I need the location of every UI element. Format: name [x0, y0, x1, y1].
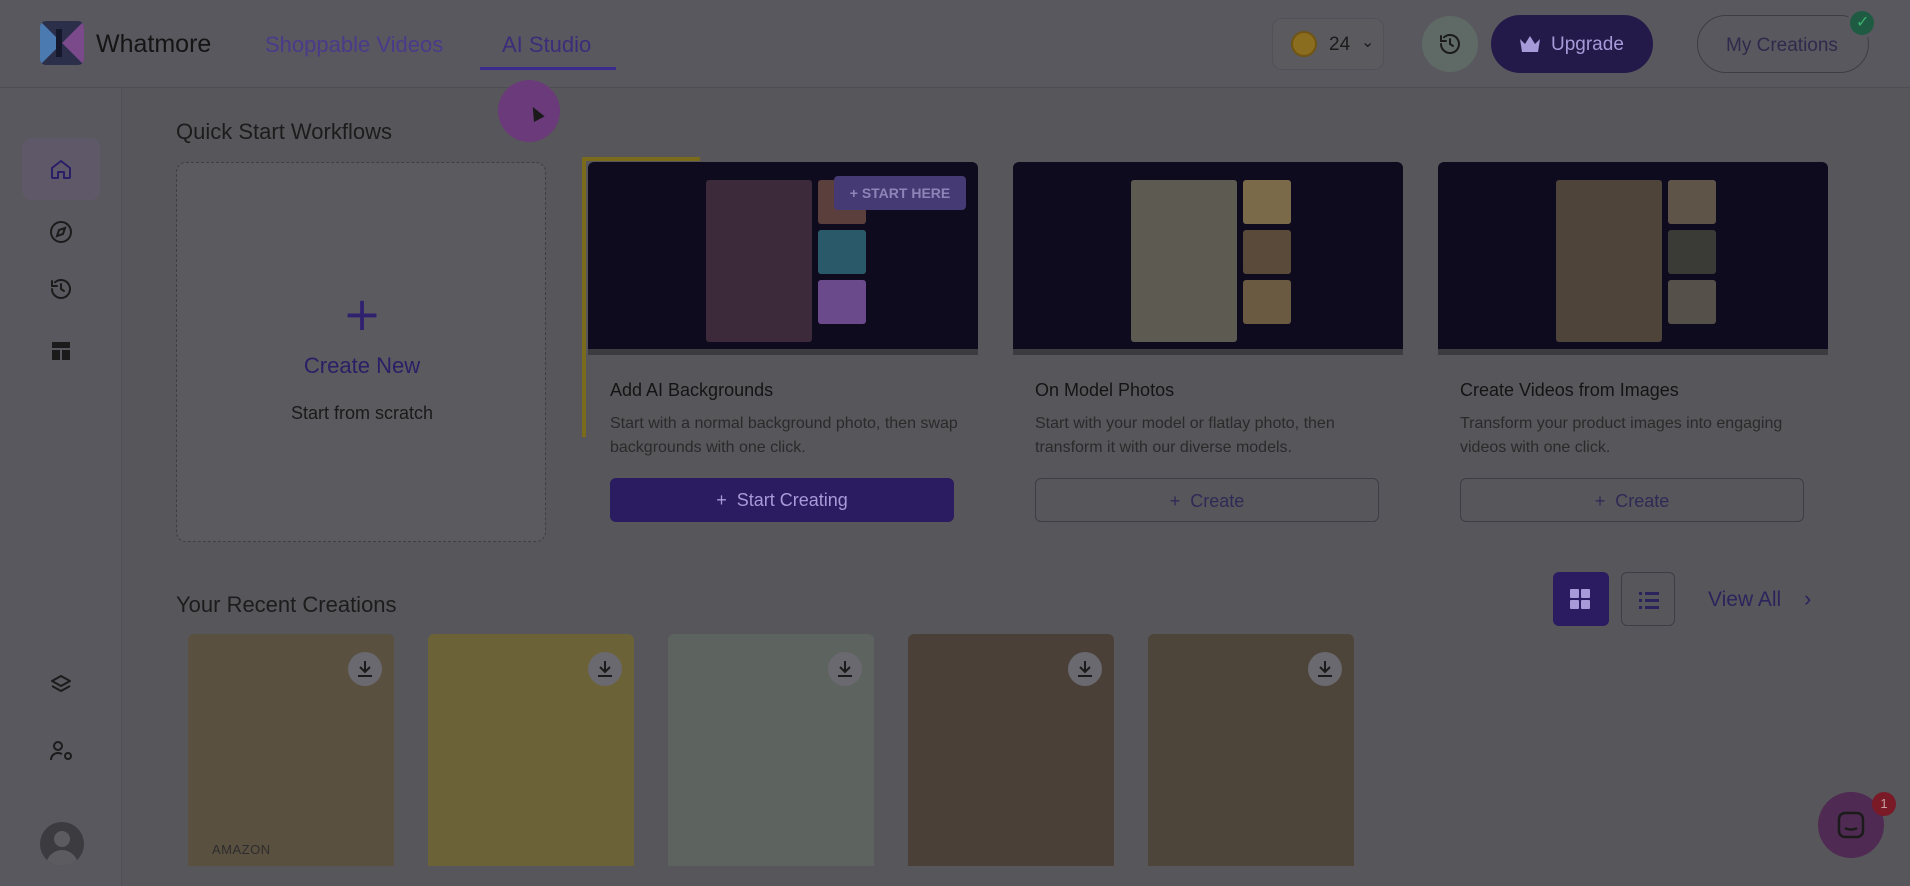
watermark-label: AMAZON	[212, 842, 271, 857]
active-nav-underline	[480, 67, 616, 70]
start-here-badge: + START HERE	[834, 176, 966, 210]
create-new-title: Create New	[303, 353, 421, 378]
layers-icon	[51, 675, 71, 692]
recent-creation-card[interactable]	[668, 634, 874, 866]
credits-dropdown[interactable]: 24 ⌄	[1272, 18, 1384, 70]
history-icon	[1440, 34, 1460, 54]
workflow-title: On Model Photos	[1035, 380, 1175, 400]
model-photo	[1556, 180, 1662, 342]
credits-count: 24	[1329, 34, 1351, 55]
sidebar-item-account-settings[interactable]	[22, 720, 100, 782]
workflow-description: Start with a normal background photo, th…	[610, 415, 958, 456]
my-creations-label: My Creations	[1726, 35, 1838, 56]
plus-icon: +	[1169, 491, 1191, 511]
home-icon	[51, 160, 71, 179]
workflow-title: Add AI Backgrounds	[610, 380, 774, 400]
user-settings-icon	[50, 741, 72, 761]
download-icon	[1078, 661, 1092, 677]
workflow-card-videos-from-images[interactable]: Create Videos from Images Transform your…	[1438, 162, 1828, 532]
workflow-preview-image	[1438, 162, 1828, 355]
start-creating-button[interactable]: + Start Creating	[610, 478, 954, 522]
status-check-icon: ✓	[1847, 8, 1877, 38]
sidebar-item-history[interactable]	[22, 258, 100, 320]
thumbnail	[818, 230, 866, 274]
sidebar-item-home[interactable]	[22, 138, 100, 200]
sidebar-item-templates[interactable]	[22, 320, 100, 382]
chevron-down-icon: ⌄	[1361, 34, 1375, 51]
create-button[interactable]: + Create	[1460, 478, 1804, 522]
workflow-preview-image	[1013, 162, 1403, 355]
sidebar	[0, 88, 122, 886]
button-label: Create	[1615, 491, 1670, 511]
thumbnail	[1243, 280, 1291, 324]
thumbnail	[1668, 230, 1716, 274]
profile-avatar-icon[interactable]	[40, 822, 84, 866]
create-new-card[interactable]: + Create New Start from scratch	[176, 162, 546, 542]
history-button[interactable]	[1422, 16, 1478, 72]
crown-icon	[1520, 36, 1540, 52]
download-icon	[838, 661, 852, 677]
thumbnail	[1668, 180, 1716, 224]
recent-creation-card[interactable]	[908, 634, 1114, 866]
grid-view-button[interactable]	[1553, 572, 1609, 626]
list-view-button[interactable]	[1621, 572, 1675, 626]
plus-icon: +	[716, 490, 737, 510]
highlight-accent	[582, 157, 586, 437]
start-here-label: + START HERE	[849, 185, 951, 201]
compass-icon	[50, 221, 72, 243]
recent-creation-card[interactable]	[428, 634, 634, 866]
download-button[interactable]	[348, 652, 382, 686]
recent-creations-title: Your Recent Creations	[176, 592, 397, 617]
whatmore-logo[interactable]	[40, 21, 84, 65]
plus-icon: +	[342, 287, 382, 341]
workflow-card-on-model-photos[interactable]: On Model Photos Start with your model or…	[1013, 162, 1403, 532]
plus-icon: +	[1594, 491, 1616, 511]
thumbnail	[1243, 180, 1291, 224]
download-button[interactable]	[588, 652, 622, 686]
model-photo	[1131, 180, 1237, 342]
my-creations-button[interactable]: My Creations	[1697, 15, 1869, 73]
create-new-subtitle: Start from scratch	[290, 403, 434, 423]
model-photo	[706, 180, 812, 342]
thumbnail	[1668, 280, 1716, 324]
download-icon	[358, 661, 372, 677]
brand-name[interactable]: Whatmore	[96, 30, 211, 59]
workflow-description: Transform your product images into engag…	[1460, 415, 1783, 456]
download-button[interactable]	[828, 652, 862, 686]
recent-creation-card[interactable]: AMAZON	[188, 634, 394, 866]
nav-shoppable-videos[interactable]: Shoppable Videos	[265, 32, 443, 58]
grid-icon	[1570, 589, 1590, 609]
download-button[interactable]	[1308, 652, 1342, 686]
download-button[interactable]	[1068, 652, 1102, 686]
chat-icon	[1837, 811, 1865, 839]
workflow-title: Create Videos from Images	[1460, 380, 1679, 400]
thumbnail	[1243, 230, 1291, 274]
thumbnail	[818, 280, 866, 324]
button-label: Start Creating	[736, 490, 848, 510]
highlight-accent-top	[582, 157, 700, 161]
button-label: Create	[1190, 491, 1245, 511]
sidebar-item-layers[interactable]	[22, 654, 100, 716]
top-bar: Whatmore Shoppable Videos AI Studio 24 ⌄…	[0, 0, 1910, 142]
quick-start-title: Quick Start Workflows	[176, 119, 392, 144]
sidebar-item-explore[interactable]	[22, 201, 100, 263]
nav-ai-studio[interactable]: AI Studio	[502, 32, 591, 58]
create-button[interactable]: + Create	[1035, 478, 1379, 522]
workflow-card-ai-backgrounds[interactable]: Add AI Backgrounds Start with a normal b…	[588, 162, 978, 532]
download-icon	[598, 661, 612, 677]
coins-icon	[1291, 31, 1317, 57]
history-icon	[51, 279, 71, 299]
upgrade-label: Upgrade	[1551, 34, 1624, 55]
list-icon	[1639, 592, 1659, 609]
workflow-description: Start with your model or flatlay photo, …	[1035, 415, 1335, 456]
download-icon	[1318, 661, 1332, 677]
view-all-link[interactable]: View All	[1708, 588, 1781, 612]
templates-icon	[52, 342, 70, 360]
upgrade-button[interactable]: Upgrade	[1491, 15, 1653, 73]
recent-creation-card[interactable]	[1148, 634, 1354, 866]
chevron-right-icon: ›	[1804, 586, 1812, 611]
chat-unread-badge: 1	[1872, 792, 1896, 816]
